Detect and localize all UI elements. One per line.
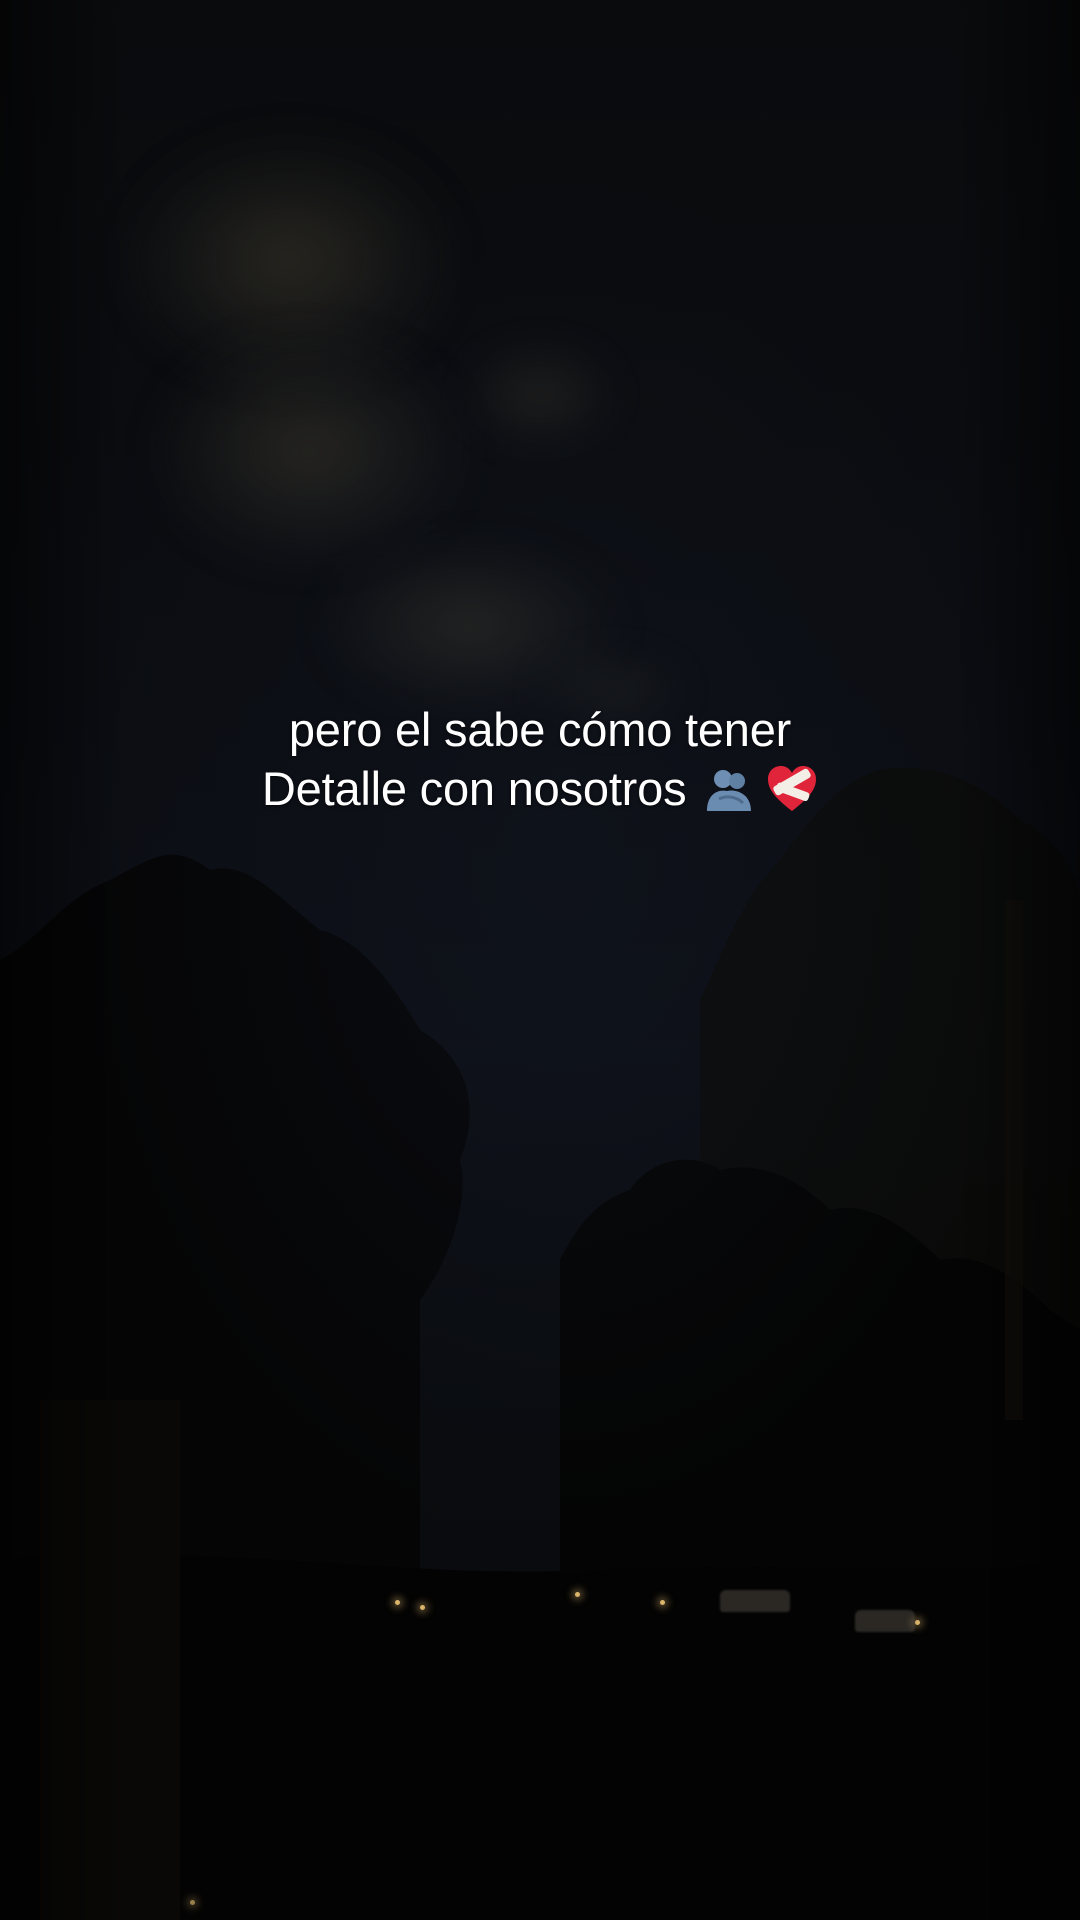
caption-line-2: Detalle con nosotros (0, 759, 1080, 818)
mending-heart-icon (768, 766, 817, 811)
hugging-people-icon (707, 770, 752, 811)
caption-line-2-text: Detalle con nosotros (261, 762, 687, 815)
night-sky-photo: pero el sabe cómo tener Detalle con noso… (0, 0, 1080, 1920)
vignette-overlay (0, 0, 1080, 1920)
caption-text: pero el sabe cómo tener Detalle con noso… (0, 700, 1080, 818)
caption-line-1: pero el sabe cómo tener (288, 703, 792, 756)
